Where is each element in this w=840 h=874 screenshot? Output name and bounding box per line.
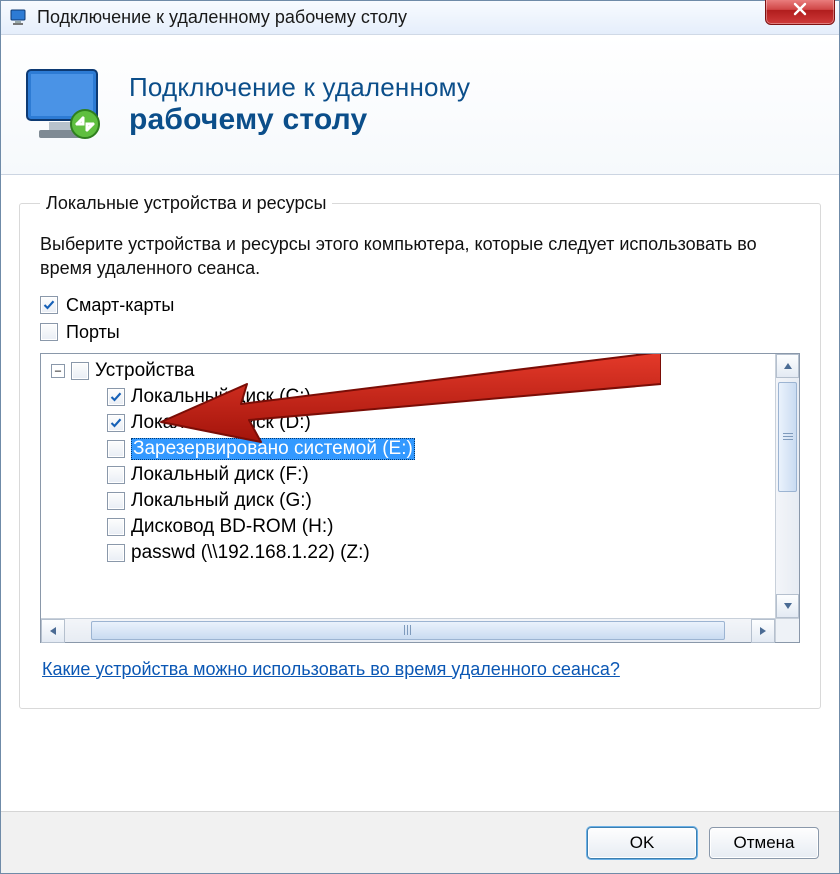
tree-expander[interactable]: − xyxy=(51,364,65,378)
top-check-row: Смарт-карты xyxy=(40,295,800,316)
tree-item[interactable]: Локальный диск (F:) xyxy=(47,462,793,488)
tree-item[interactable]: Дисковод BD-ROM (H:) xyxy=(47,514,793,540)
dialog-window: Подключение к удаленному рабочему столу … xyxy=(0,0,840,874)
horizontal-scrollbar[interactable] xyxy=(41,618,799,642)
checkbox-label[interactable]: Смарт-карты xyxy=(66,295,174,316)
scroll-down-button[interactable] xyxy=(776,594,799,618)
tree-item-label[interactable]: Зарезервировано системой (E:) xyxy=(131,438,415,460)
tree-checkbox-3[interactable] xyxy=(107,466,125,484)
scroll-corner xyxy=(775,619,799,642)
help-link[interactable]: Какие устройства можно использовать во в… xyxy=(42,659,620,679)
title-bar: Подключение к удаленному рабочему столу xyxy=(1,1,839,35)
tree-checkbox-2[interactable] xyxy=(107,440,125,458)
tree-checkbox-4[interactable] xyxy=(107,492,125,510)
tree-item[interactable]: passwd (\\192.168.1.22) (Z:) xyxy=(47,540,793,566)
ok-button[interactable]: OK xyxy=(587,827,697,859)
scroll-right-button[interactable] xyxy=(751,619,775,643)
checkbox-label[interactable]: Порты xyxy=(66,322,120,343)
tree-item-label[interactable]: Локальный диск (C:) xyxy=(131,386,311,408)
tree-item[interactable]: Зарезервировано системой (E:) xyxy=(47,436,793,462)
vertical-scrollbar[interactable] xyxy=(775,354,799,618)
tree-item-label[interactable]: passwd (\\192.168.1.22) (Z:) xyxy=(131,542,370,564)
dialog-footer: OK Отмена xyxy=(1,811,839,873)
device-tree: − Устройства Локальный диск (C:) Локальны… xyxy=(40,353,800,643)
checkbox-devices-root[interactable] xyxy=(71,362,89,380)
tree-checkbox-0[interactable] xyxy=(107,388,125,406)
tree-item-label[interactable]: Локальный диск (D:) xyxy=(131,412,311,434)
scroll-left-button[interactable] xyxy=(41,619,65,643)
tree-checkbox-5[interactable] xyxy=(107,518,125,536)
tree-item[interactable]: Локальный диск (G:) xyxy=(47,488,793,514)
window-title: Подключение к удаленному рабочему столу xyxy=(37,7,407,28)
group-instruction: Выберите устройства и ресурсы этого комп… xyxy=(40,232,800,281)
tree-checkbox-1[interactable] xyxy=(107,414,125,432)
top-check-row: Порты xyxy=(40,322,800,343)
vertical-scroll-thumb[interactable] xyxy=(778,382,797,492)
close-icon xyxy=(792,1,808,22)
group-legend: Локальные устройства и ресурсы xyxy=(40,193,332,214)
rdp-mini-icon xyxy=(9,8,29,28)
banner-line2: рабочему столу xyxy=(129,103,470,137)
tree-item-label[interactable]: Локальный диск (G:) xyxy=(131,490,312,512)
close-button[interactable] xyxy=(765,0,835,25)
local-devices-group: Локальные устройства и ресурсы Выберите … xyxy=(19,193,821,709)
checkbox-0[interactable] xyxy=(40,296,58,314)
banner-line1: Подключение к удаленному xyxy=(129,72,470,103)
horizontal-scroll-thumb[interactable] xyxy=(91,621,725,640)
tree-item-label[interactable]: Дисковод BD-ROM (H:) xyxy=(131,516,333,538)
cancel-button[interactable]: Отмена xyxy=(709,827,819,859)
tree-item-label[interactable]: Локальный диск (F:) xyxy=(131,464,309,486)
checkbox-1[interactable] xyxy=(40,323,58,341)
tree-checkbox-6[interactable] xyxy=(107,544,125,562)
tree-item[interactable]: Локальный диск (D:) xyxy=(47,410,793,436)
scroll-up-button[interactable] xyxy=(776,354,799,378)
tree-root-label[interactable]: Устройства xyxy=(95,360,194,382)
tree-item[interactable]: Локальный диск (C:) xyxy=(47,384,793,410)
rdp-large-icon xyxy=(21,62,111,152)
banner-heading: Подключение к удаленному рабочему столу xyxy=(129,72,470,137)
main-area: Локальные устройства и ресурсы Выберите … xyxy=(1,175,839,811)
header-banner: Подключение к удаленному рабочему столу xyxy=(1,35,839,175)
